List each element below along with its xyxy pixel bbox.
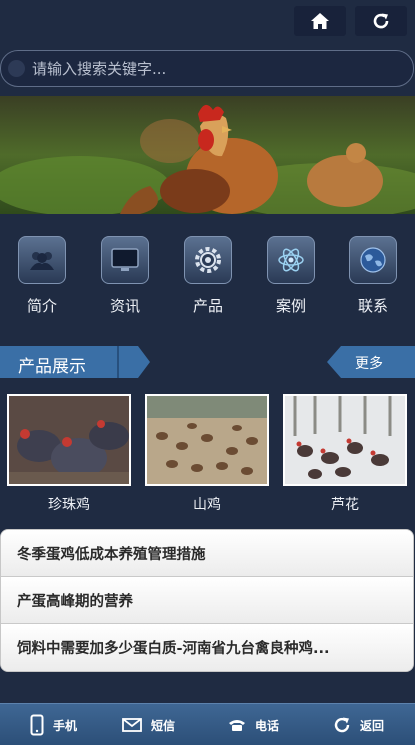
top-bar	[0, 0, 415, 42]
nav-label-contact: 联系	[357, 297, 388, 315]
home-icon	[311, 13, 329, 29]
product-image	[145, 394, 269, 486]
news-item[interactable]: 饲料中需要加多少蛋白质-河南省九台禽良种鸡...	[1, 624, 413, 671]
footer-phone-label: 手机	[53, 718, 78, 733]
nav-label-products: 产品	[192, 297, 223, 315]
footer-phone-button[interactable]: 手机	[30, 704, 77, 745]
monitor-icon	[101, 236, 149, 284]
section-title: 产品展示	[18, 357, 86, 377]
people-icon	[18, 236, 66, 284]
product-name: 珍珠鸡	[48, 497, 90, 513]
news-list: 冬季蛋鸡低成本养殖管理措施 产蛋高峰期的营养 饲料中需要加多少蛋白质-河南省九台…	[0, 529, 414, 672]
footer-back-label: 返回	[360, 718, 385, 733]
product-name: 山鸡	[193, 497, 221, 513]
back-icon	[334, 717, 350, 733]
section-title-tab: 产品展示	[0, 346, 150, 378]
search-input[interactable]	[32, 51, 413, 86]
refresh-icon	[373, 13, 389, 29]
nav-label-news: 资讯	[109, 297, 140, 315]
nav-item-intro[interactable]: 简介	[12, 236, 72, 316]
product-list: 珍珠鸡 山鸡 芦花	[0, 394, 415, 514]
product-image	[7, 394, 131, 486]
globe-icon	[349, 236, 397, 284]
nav-label-cases: 案例	[275, 297, 306, 315]
refresh-button[interactable]	[355, 6, 407, 36]
footer-call-button[interactable]: 电话	[228, 704, 279, 745]
banner-image	[0, 96, 415, 214]
atom-icon	[267, 236, 315, 284]
telephone-icon	[229, 720, 245, 731]
footer-call-label: 电话	[255, 718, 280, 733]
main-nav: 简介 资讯 产品 案例 联系	[0, 236, 415, 326]
product-item[interactable]: 山鸡	[145, 394, 269, 514]
product-item[interactable]: 芦花	[283, 394, 407, 514]
more-label: 更多	[355, 356, 383, 372]
nav-item-cases[interactable]: 案例	[261, 236, 321, 316]
nav-item-products[interactable]: 产品	[178, 236, 238, 316]
search-bar	[0, 50, 414, 87]
footer-sms-label: 短信	[151, 718, 176, 733]
product-name: 芦花	[331, 497, 359, 513]
home-button[interactable]	[294, 6, 346, 36]
product-item[interactable]: 珍珠鸡	[7, 394, 131, 514]
product-image	[283, 394, 407, 486]
nav-label-intro: 简介	[26, 297, 57, 315]
footer-back-button[interactable]: 返回	[333, 704, 384, 745]
search-icon	[8, 60, 25, 77]
gear-icon	[184, 236, 232, 284]
more-button[interactable]: 更多	[327, 346, 415, 378]
product-section-header: 产品展示 更多	[0, 346, 415, 378]
phone-icon	[30, 714, 44, 736]
nav-item-contact[interactable]: 联系	[343, 236, 403, 316]
mail-icon	[122, 718, 142, 732]
news-item[interactable]: 产蛋高峰期的营养	[1, 577, 413, 624]
nav-item-news[interactable]: 资讯	[95, 236, 155, 316]
footer-sms-button[interactable]: 短信	[122, 704, 175, 745]
bottom-toolbar: 手机 短信 电话 返回	[0, 703, 415, 745]
news-item[interactable]: 冬季蛋鸡低成本养殖管理措施	[1, 530, 413, 577]
